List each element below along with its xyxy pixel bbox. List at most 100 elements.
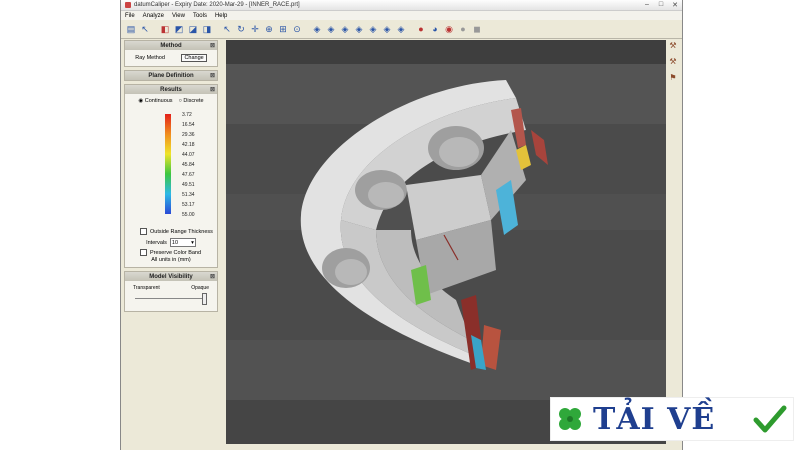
settings-icon[interactable]: ◉	[443, 23, 455, 35]
method-header[interactable]: Method ⊠	[125, 41, 217, 50]
app-window: datumCaliper - Expiry Date: 2020-Mar-29 …	[120, 0, 683, 450]
model-visibility-section: Model Visibility ⊠ Transparent Opaque	[124, 271, 218, 312]
plane-definition-label: Plane Definition	[148, 72, 194, 79]
hammer-icon[interactable]: ⚒	[668, 56, 678, 66]
close-button[interactable]: ✕	[668, 1, 682, 9]
intervals-row: Intervals 10 ▾	[125, 238, 217, 247]
maximize-button[interactable]: □	[654, 1, 668, 9]
model-icon[interactable]: ◩	[173, 23, 185, 35]
sphere-icon[interactable]: ◕	[429, 23, 441, 35]
collapse-icon[interactable]: ⊠	[210, 72, 215, 79]
view-bottom-icon[interactable]: ◈	[353, 23, 365, 35]
preserve-color-checkbox[interactable]: Preserve Color Band	[125, 249, 217, 256]
view-top-icon[interactable]: ◈	[339, 23, 351, 35]
select-icon[interactable]: ↖	[221, 23, 233, 35]
intervals-select[interactable]: 10 ▾	[169, 238, 196, 247]
app-icon	[125, 2, 131, 8]
thickness-legend: 3.72 16.54 29.36 42.18 44.07 45.84 47.67…	[125, 108, 217, 226]
model-visibility-header[interactable]: Model Visibility ⊠	[125, 272, 217, 281]
zoom-window-icon[interactable]: ⊞	[277, 23, 289, 35]
legend-value: 16.54	[182, 122, 195, 128]
pan-icon[interactable]: ✛	[249, 23, 261, 35]
rotate-icon[interactable]: ↻	[235, 23, 247, 35]
plane-definition-header[interactable]: Plane Definition ⊠	[125, 71, 217, 80]
visibility-slider[interactable]	[135, 293, 207, 305]
outside-range-checkbox[interactable]: Outside Range Thickness	[125, 228, 217, 235]
view-right-icon[interactable]: ◈	[381, 23, 393, 35]
legend-value: 45.84	[182, 162, 195, 168]
legend-value: 53.17	[182, 202, 195, 208]
method-row: Ray Method Change	[125, 50, 217, 66]
preserve-color-label: Preserve Color Band	[150, 249, 202, 256]
results-header[interactable]: Results ⊠	[125, 85, 217, 94]
window-title: datumCaliper - Expiry Date: 2020-Mar-29 …	[134, 2, 300, 8]
method-label: Ray Method	[135, 55, 165, 61]
visibility-labels: Transparent Opaque	[125, 281, 217, 291]
checkmark-icon	[753, 405, 787, 433]
part-model	[300, 80, 548, 370]
left-panel: Method ⊠ Ray Method Change Plane Definit…	[124, 40, 218, 446]
radio-discrete-label: Discrete	[183, 98, 204, 104]
legend-value: 47.67	[182, 172, 195, 178]
3d-viewport[interactable]	[226, 40, 666, 444]
zoom-fit-icon[interactable]: ⊙	[291, 23, 303, 35]
pointer-icon[interactable]: ↖	[139, 23, 151, 35]
minimize-button[interactable]: –	[640, 1, 654, 9]
watermark-banner: TẢI VỀ	[550, 397, 794, 441]
window-controls: – □ ✕	[640, 1, 682, 9]
right-tool-strip: ⚒ ⚒ ⚑	[668, 40, 680, 446]
toolbar-separator	[215, 23, 219, 35]
menu-file[interactable]: File	[125, 13, 135, 19]
view-iso-icon[interactable]: ◈	[395, 23, 407, 35]
checkbox-box[interactable]	[140, 249, 147, 256]
legend-value: 42.18	[182, 142, 195, 148]
radio-continuous[interactable]: ◉ Continuous	[138, 98, 172, 104]
units-note: All units in (mm)	[151, 257, 191, 263]
zoom-icon[interactable]: ⊕	[263, 23, 275, 35]
open-icon[interactable]: ▤	[125, 23, 137, 35]
measure-icon[interactable]: ⚑	[668, 72, 678, 82]
clover-icon	[559, 408, 581, 430]
results-section: Results ⊠ ◉ Continuous ○ Discrete 3.72 1…	[124, 84, 218, 268]
legend-value: 51.34	[182, 192, 195, 198]
outside-range-label: Outside Range Thickness	[150, 228, 213, 235]
disabled-icon: ●	[460, 24, 466, 34]
menu-view[interactable]: View	[172, 13, 185, 19]
hammer-icon[interactable]: ⚒	[668, 40, 678, 50]
checkbox-box[interactable]	[140, 228, 147, 235]
slider-thumb[interactable]	[202, 293, 207, 305]
watermark-text: TẢI VỀ	[593, 401, 716, 437]
collapse-icon[interactable]: ⊠	[210, 273, 215, 280]
radio-discrete[interactable]: ○ Discrete	[179, 98, 204, 104]
method-header-label: Method	[160, 42, 182, 49]
results-header-label: Results	[160, 86, 182, 93]
toolbar-separator	[409, 23, 413, 35]
legend-value: 49.51	[182, 182, 195, 188]
menu-tools[interactable]: Tools	[193, 13, 207, 19]
view-front-icon[interactable]: ◈	[311, 23, 323, 35]
view-left-icon[interactable]: ◈	[367, 23, 379, 35]
shaded-icon[interactable]: ●	[415, 23, 427, 35]
intervals-label: Intervals	[146, 239, 167, 246]
chevron-down-icon[interactable]: ▾	[191, 240, 194, 246]
section-icon[interactable]: ◪	[187, 23, 199, 35]
analyze-icon[interactable]: ◧	[159, 23, 171, 35]
collapse-icon[interactable]: ⊠	[210, 42, 215, 49]
menu-help[interactable]: Help	[215, 13, 227, 19]
transparent-label: Transparent	[133, 285, 160, 291]
color-scale-bar	[165, 114, 171, 214]
mode-radio-group: ◉ Continuous ○ Discrete	[125, 94, 217, 104]
menu-analyze[interactable]: Analyze	[143, 13, 164, 19]
collapse-icon[interactable]: ⊠	[210, 86, 215, 93]
legend-value: 55.00	[182, 212, 195, 218]
change-method-button[interactable]: Change	[181, 54, 207, 62]
legend-value: 3.72	[182, 112, 192, 118]
toolbar: ▤ ↖ ◧ ◩ ◪ ◨ ↖ ↻ ✛ ⊕ ⊞ ⊙ ◈ ◈ ◈ ◈ ◈ ◈ ◈ ● …	[121, 20, 682, 39]
report-icon[interactable]: ◨	[201, 23, 213, 35]
disabled-icon: ◼	[473, 23, 481, 34]
opaque-label: Opaque	[191, 285, 209, 291]
legend-value: 44.07	[182, 152, 195, 158]
model-visibility-label: Model Visibility	[149, 273, 193, 280]
view-back-icon[interactable]: ◈	[325, 23, 337, 35]
intervals-value: 10	[171, 239, 179, 246]
